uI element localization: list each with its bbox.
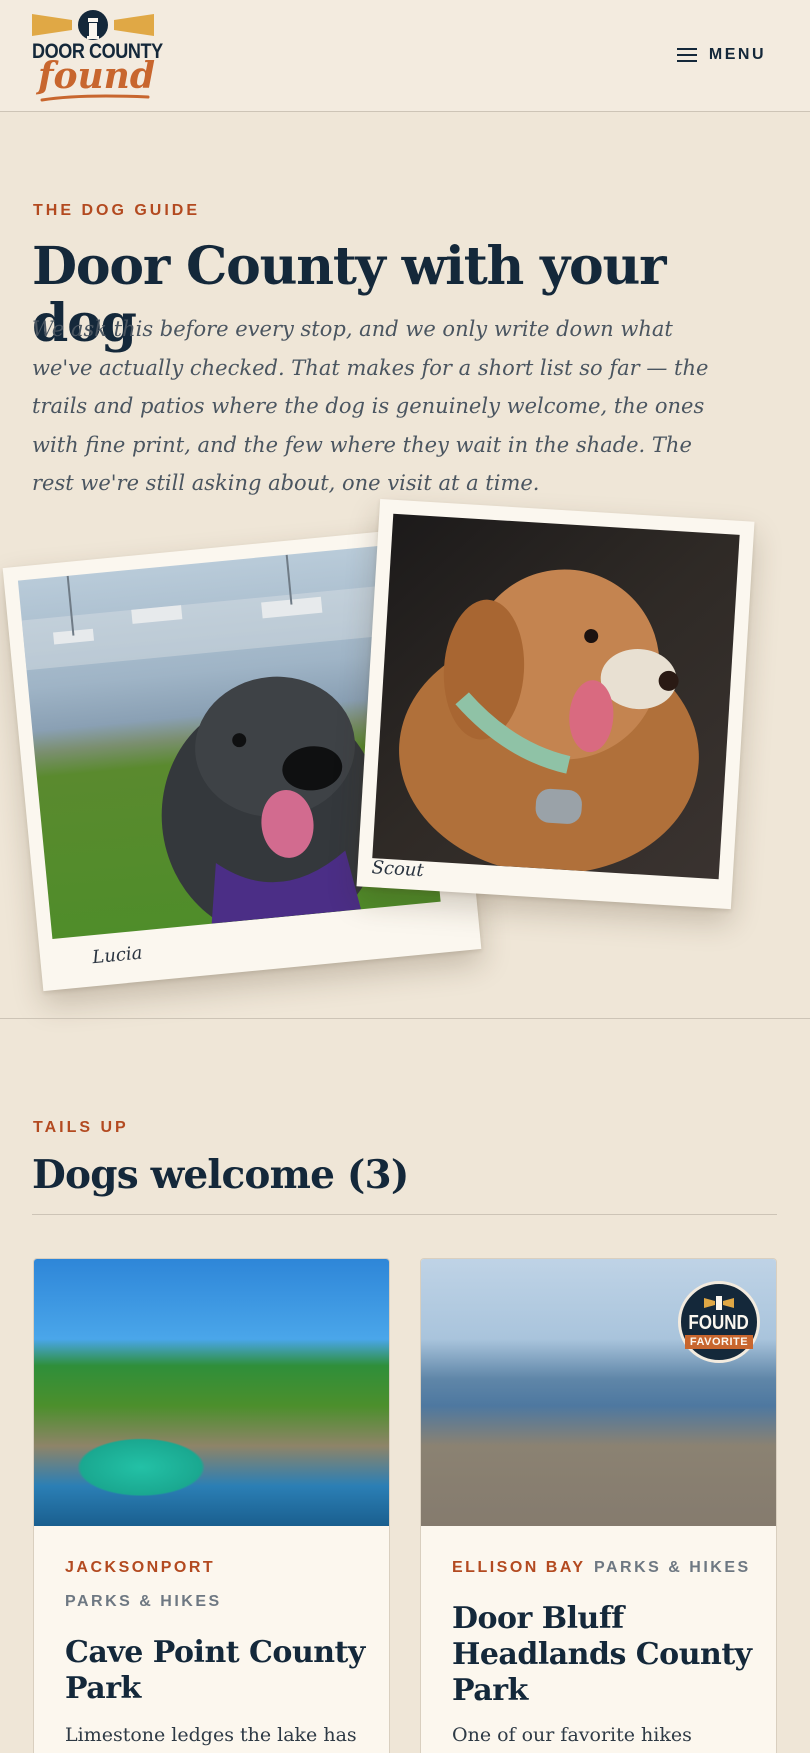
hero-intro: We ask this before every stop, and we on… [32, 317, 709, 495]
site-header: DOOR COUNTY found MENU [0, 0, 810, 112]
place-image: FOUND FAVORITE [421, 1259, 776, 1526]
hamburger-icon [676, 48, 697, 62]
place-description: One of our favorite hikes [452, 1724, 692, 1746]
badge-label-bottom: FAVORITE [684, 1335, 754, 1349]
lighthouse-icon [704, 1296, 734, 1310]
site-logo[interactable]: DOOR COUNTY found [32, 10, 163, 104]
place-title[interactable]: Door Bluff Headlands County Park [452, 1601, 752, 1709]
polaroid-photo-scout: Scout [356, 498, 755, 910]
badge-label-top: FOUND [688, 1312, 750, 1334]
place-description: Limestone ledges the lake has [65, 1724, 357, 1746]
place-card-door-bluff[interactable]: FOUND FAVORITE ELLISON BAY PARKS & HIKES… [420, 1258, 777, 1753]
section-eyebrow: TAILS UP [33, 1119, 129, 1136]
section-divider [0, 1018, 810, 1019]
logo-underline-icon [40, 94, 150, 102]
place-title[interactable]: Cave Point County Park [65, 1635, 365, 1707]
place-category: PARKS & HIKES [594, 1559, 751, 1576]
lighthouse-icon [32, 10, 154, 40]
section-title: Dogs welcome (3) [32, 1152, 409, 1198]
hero-eyebrow: THE DOG GUIDE [33, 202, 201, 219]
menu-button[interactable]: MENU [676, 40, 766, 70]
place-card-cave-point[interactable]: JACKSONPORT PARKS & HIKES Cave Point Cou… [33, 1258, 390, 1753]
place-location: JACKSONPORT [65, 1559, 216, 1576]
place-category: PARKS & HIKES [65, 1593, 222, 1610]
place-location: ELLISON BAY [452, 1559, 586, 1576]
place-image [34, 1259, 389, 1526]
logo-wordmark-script: found [38, 55, 156, 97]
dog-photo-scout [372, 513, 740, 880]
photo-caption-lucia: Lucia [91, 942, 144, 969]
section-rule [32, 1214, 777, 1215]
found-favorite-badge: FOUND FAVORITE [678, 1281, 760, 1363]
photo-caption-scout: Scout [371, 857, 425, 882]
menu-label: MENU [708, 46, 766, 63]
